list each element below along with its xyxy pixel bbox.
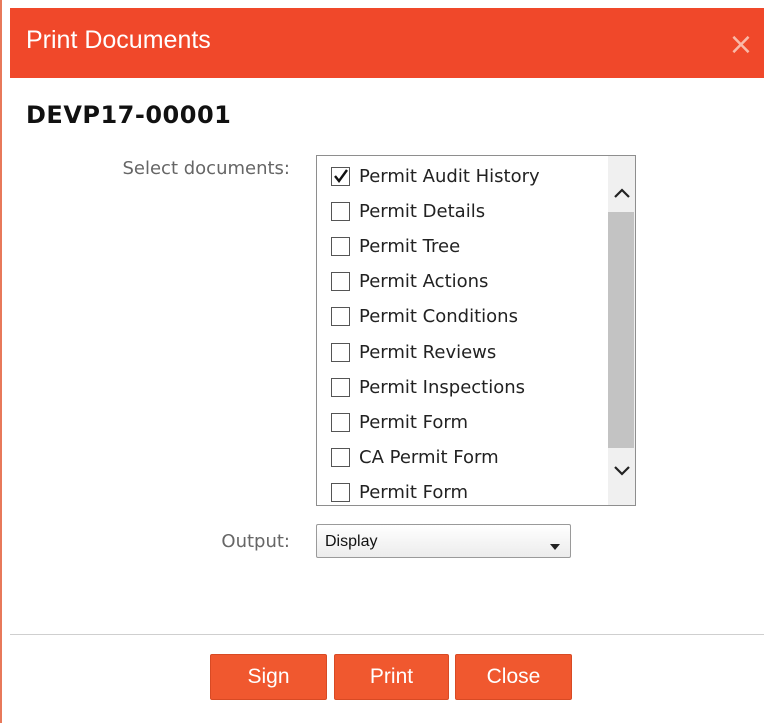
- listbox-scrollbar[interactable]: [608, 156, 635, 505]
- dialog-title: Print Documents: [26, 26, 211, 54]
- select-documents-label: Select documents:: [122, 158, 290, 179]
- document-option[interactable]: Permit Actions: [331, 267, 606, 297]
- dialog-titlebar: Print Documents ×: [10, 8, 764, 78]
- document-option[interactable]: Permit Form: [331, 478, 606, 505]
- checkbox-checked[interactable]: [331, 166, 350, 186]
- document-option[interactable]: CA Permit Form: [331, 443, 606, 473]
- output-label: Output:: [221, 531, 290, 552]
- output-selected-value: Display: [325, 533, 378, 550]
- scrollbar-thumb[interactable]: [608, 212, 634, 448]
- documents-listbox[interactable]: Permit Audit History Permit Details Permit…: [316, 155, 636, 506]
- chevron-down-icon: [549, 538, 561, 556]
- checkbox-unchecked[interactable]: [331, 448, 350, 468]
- checkbox-unchecked[interactable]: [331, 201, 350, 221]
- document-option[interactable]: Permit Conditions: [331, 302, 606, 332]
- checkbox-unchecked[interactable]: [331, 236, 350, 256]
- document-option-label: Permit Reviews: [359, 341, 497, 363]
- document-option[interactable]: Permit Details: [331, 196, 606, 226]
- document-option-label: Permit Details: [359, 200, 486, 222]
- record-id-heading: DEVP17-00001: [26, 101, 232, 129]
- footer-divider: [10, 634, 764, 635]
- document-option-label: Permit Conditions: [359, 306, 518, 328]
- checkmark-icon: [334, 168, 348, 183]
- close-icon[interactable]: ×: [726, 30, 756, 60]
- print-button[interactable]: Print: [334, 654, 449, 700]
- checkbox-unchecked[interactable]: [331, 272, 350, 292]
- document-option[interactable]: Permit Audit History: [331, 161, 606, 191]
- document-option[interactable]: Permit Reviews: [331, 337, 606, 367]
- checkbox-unchecked[interactable]: [331, 483, 350, 503]
- document-option-label: CA Permit Form: [359, 447, 499, 469]
- document-option-label: Permit Actions: [359, 271, 489, 293]
- checkbox-unchecked[interactable]: [331, 412, 350, 432]
- document-option[interactable]: Permit Form: [331, 407, 606, 437]
- document-option-label: Permit Tree: [359, 235, 461, 257]
- print-documents-dialog: Print Documents × DEVP17-00001 Select do…: [0, 0, 764, 723]
- document-option-label: Permit Audit History: [359, 165, 540, 187]
- document-option[interactable]: Permit Tree: [331, 231, 606, 261]
- sign-button[interactable]: Sign: [210, 654, 327, 700]
- close-button[interactable]: Close: [455, 654, 572, 700]
- scroll-down-arrow-icon[interactable]: [608, 456, 635, 486]
- document-option-label: Permit Form: [359, 411, 469, 433]
- checkbox-unchecked[interactable]: [331, 342, 350, 362]
- document-option[interactable]: Permit Inspections: [331, 372, 606, 402]
- document-option-label: Permit Form: [359, 482, 469, 504]
- scroll-up-arrow-icon[interactable]: [608, 178, 635, 208]
- checkbox-unchecked[interactable]: [331, 307, 350, 327]
- output-select[interactable]: Display: [316, 524, 571, 558]
- checkbox-unchecked[interactable]: [331, 377, 350, 397]
- document-option-label: Permit Inspections: [359, 376, 526, 398]
